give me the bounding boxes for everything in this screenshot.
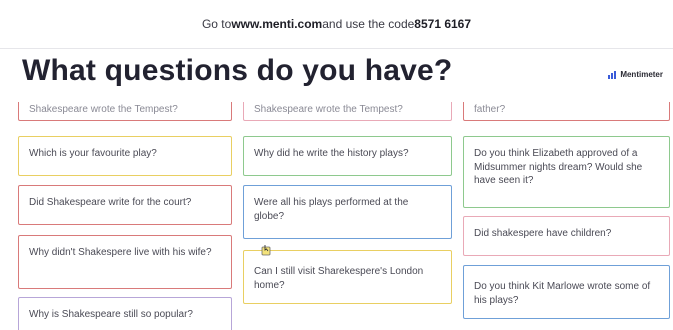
question-card: Do you think Kit Marlowe wrote some of h…: [463, 265, 670, 319]
question-card: Did Shakespeare write for the court?: [18, 185, 232, 225]
page-title: What questions do you have?: [22, 54, 453, 87]
question-card: Can I still visit Sharekespere's London …: [243, 250, 452, 304]
question-text: Shakespeare wrote the Tempest?: [29, 104, 178, 115]
question-card: Which is your favourite play?: [18, 136, 232, 176]
question-text: Were all his plays performed at the glob…: [254, 197, 409, 222]
question-text: Did Shakespeare write for the court?: [29, 197, 192, 208]
question-text: Do you think Elizabeth approved of a Mid…: [474, 148, 643, 186]
question-text: Why did he write the history plays?: [254, 148, 409, 159]
question-text: father?: [474, 104, 506, 115]
question-text: Which is your favourite play?: [29, 148, 157, 159]
question-text: Do you think Kit Marlowe wrote some of h…: [474, 281, 651, 306]
cursor-icon: [261, 245, 271, 256]
question-card: Why did he write the history plays?: [243, 136, 452, 176]
question-text: Why didn't Shakespere live with his wife…: [29, 247, 212, 258]
question-text: Did shakespere have children?: [474, 228, 612, 239]
mentimeter-logo: Mentimeter: [608, 70, 663, 79]
question-card: Do you think Elizabeth approved of a Mid…: [463, 136, 670, 208]
question-card: Were all his plays performed at the glob…: [243, 185, 452, 239]
bar-chart-icon: [608, 70, 617, 79]
question-text: Shakespeare wrote the Tempest?: [254, 104, 403, 115]
question-card: Why is Shakespeare still so popular?: [18, 297, 232, 330]
question-text: Can I still visit Sharekespere's London …: [254, 266, 424, 291]
brand-name: Mentimeter: [620, 70, 663, 79]
question-card: Why didn't Shakespere live with his wife…: [18, 235, 232, 289]
question-text: Why is Shakespeare still so popular?: [29, 309, 193, 320]
question-card: Did shakespere have children?: [463, 216, 670, 256]
